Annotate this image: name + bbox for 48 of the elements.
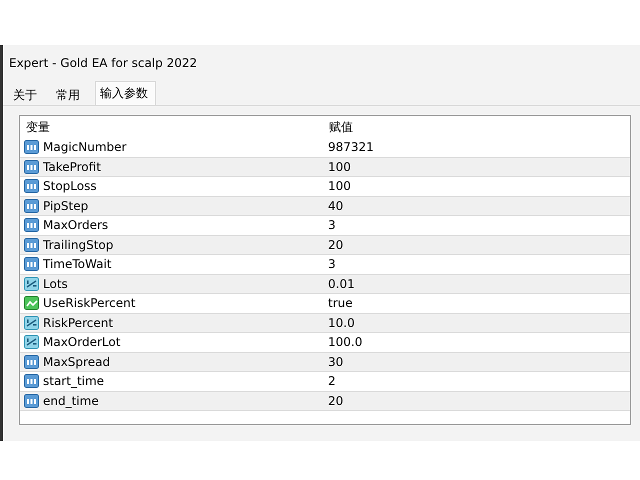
fraction-icon bbox=[24, 276, 39, 291]
parameter-value[interactable]: 20 bbox=[328, 238, 344, 252]
parameter-value[interactable]: true bbox=[328, 296, 353, 310]
fraction-icon bbox=[24, 335, 39, 350]
tab[interactable]: 输入参数 bbox=[95, 81, 156, 105]
parameter-name: UseRiskPercent bbox=[43, 296, 136, 310]
parameter-value[interactable]: 3 bbox=[328, 218, 336, 232]
integer-icon bbox=[24, 257, 39, 272]
parameter-value[interactable]: 30 bbox=[328, 354, 344, 369]
parameter-name: MagicNumber bbox=[43, 140, 126, 154]
integer-icon bbox=[24, 160, 39, 174]
parameter-value[interactable]: 3 bbox=[328, 257, 336, 272]
parameter-value[interactable]: 10.0 bbox=[328, 316, 355, 330]
parameter-name: start_time bbox=[43, 374, 104, 388]
integer-icon bbox=[24, 179, 39, 194]
tab[interactable]: 常用 bbox=[52, 84, 87, 105]
parameter-value[interactable]: 0.01 bbox=[328, 276, 355, 291]
parameter-name: end_time bbox=[43, 394, 99, 408]
parameter-value[interactable]: 2 bbox=[328, 374, 336, 388]
parameter-value[interactable]: 100 bbox=[328, 179, 351, 194]
parameter-value[interactable]: 100 bbox=[328, 160, 351, 174]
parameter-name: MaxOrders bbox=[43, 218, 108, 232]
parameter-name: TakeProfit bbox=[43, 160, 101, 174]
parameter-name: TimeToWait bbox=[43, 257, 112, 272]
parameter-value[interactable]: 987321 bbox=[328, 140, 374, 154]
parameter-name: StopLoss bbox=[43, 179, 97, 194]
tab[interactable]: 关于 bbox=[9, 84, 44, 105]
parameter-value[interactable]: 100.0 bbox=[328, 335, 362, 350]
parameter-name: MaxOrderLot bbox=[43, 335, 120, 350]
integer-icon bbox=[24, 394, 39, 408]
integer-icon bbox=[24, 198, 39, 213]
parameter-name: Lots bbox=[43, 276, 68, 291]
integer-icon bbox=[24, 354, 39, 369]
toggle-icon bbox=[24, 296, 39, 310]
column-header: 变量 bbox=[26, 118, 50, 136]
fraction-icon bbox=[24, 316, 39, 330]
parameter-value[interactable]: 40 bbox=[328, 198, 344, 213]
parameter-value[interactable]: 20 bbox=[328, 394, 344, 408]
window-title: Expert - Gold EA for scalp 2022 bbox=[9, 56, 198, 70]
integer-icon bbox=[24, 140, 39, 154]
parameter-name: TrailingStop bbox=[43, 238, 114, 252]
integer-icon bbox=[24, 238, 39, 252]
integer-icon bbox=[24, 374, 39, 388]
parameter-name: PipStep bbox=[43, 198, 88, 213]
integer-icon bbox=[24, 218, 39, 232]
column-header: 赋值 bbox=[329, 118, 353, 136]
parameter-name: RiskPercent bbox=[43, 316, 114, 330]
parameter-name: MaxSpread bbox=[43, 354, 110, 369]
